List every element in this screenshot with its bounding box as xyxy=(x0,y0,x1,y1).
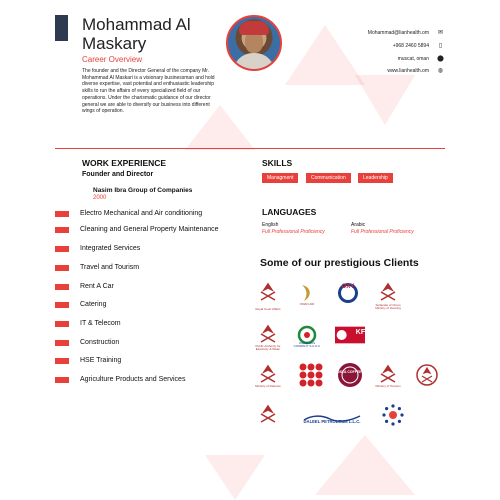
language-name: Arabic xyxy=(351,222,366,228)
service-label: HSE Training xyxy=(80,357,122,364)
service-bullet xyxy=(55,321,69,327)
oxy-logo xyxy=(333,278,363,308)
costa-coffee-logo xyxy=(335,360,365,390)
skill-tag: Managment xyxy=(262,173,299,183)
client-caption: Public Authority for Electricity & Water xyxy=(255,344,281,352)
clients-heading: Some of our prestigious Clients xyxy=(260,257,419,269)
client-caption: Royal Court Affairs xyxy=(255,307,281,311)
skills-heading: SKILLS xyxy=(262,158,293,168)
service-bullet xyxy=(55,284,69,290)
daleel-petroleum-logo xyxy=(300,407,364,429)
envelope-icon: ✉ xyxy=(437,30,444,36)
contact-email[interactable]: Mohammad@lianhealth.om xyxy=(368,30,429,36)
decor-triangle xyxy=(205,455,265,500)
globe-icon: ◍ xyxy=(437,68,444,74)
service-bullet xyxy=(55,377,69,383)
royal-court-logo xyxy=(253,278,283,308)
resume-page: Mohammad Al Maskary Career Overview The … xyxy=(55,15,445,500)
candidate-name: Mohammad Al Maskary xyxy=(82,15,191,53)
service-bullet xyxy=(55,302,69,308)
service-label: Catering xyxy=(80,301,107,308)
client-caption: DALEEL PETROLEUM L.L.C. xyxy=(303,419,361,424)
language-level: Full Professional Proficiency xyxy=(351,229,414,235)
pdo-logo xyxy=(378,400,408,430)
service-label: IT & Telecom xyxy=(80,320,121,327)
job-role: Founder and Director xyxy=(82,171,154,178)
map-pin-icon: ⬤ xyxy=(437,56,444,62)
client-caption: OXY xyxy=(341,284,355,290)
contact-location: muscat, oman xyxy=(397,56,429,62)
client-caption: COSTA COFFEE xyxy=(334,370,362,374)
service-bullet xyxy=(55,246,69,252)
client-caption: OMAN GAS COMPANY S.A.O.C xyxy=(293,341,321,349)
company-year: 2000 xyxy=(93,195,107,201)
service-bullet xyxy=(55,227,69,233)
language-level: Full Professional Proficiency xyxy=(262,229,325,235)
client-caption: OMAN AIR xyxy=(299,302,315,306)
service-bullet xyxy=(55,211,69,217)
decor-triangle xyxy=(355,75,415,125)
work-experience-heading: WORK EXPERIENCE xyxy=(82,158,167,168)
skill-tag: Leadership xyxy=(358,173,393,183)
ministry-logo xyxy=(253,400,283,430)
career-overview-subtitle: Career Overview xyxy=(82,55,143,64)
header-accent-block xyxy=(55,15,68,41)
bio-paragraph: The founder and the Director General of … xyxy=(82,68,215,115)
phone-icon: ▯ xyxy=(438,43,443,49)
photo-turban xyxy=(239,21,269,35)
dots-logo xyxy=(296,360,326,390)
section-divider xyxy=(55,148,445,149)
service-label: Cleaning and General Property Maintenanc… xyxy=(80,226,219,233)
decor-triangle xyxy=(285,25,365,85)
skill-tag: Communication xyxy=(306,173,351,183)
contact-phone[interactable]: +968 2460 5894 xyxy=(393,43,429,49)
ministry-health-logo xyxy=(412,360,442,390)
decor-triangle xyxy=(315,435,415,495)
service-label: Construction xyxy=(80,339,120,346)
service-label: Travel and Tourism xyxy=(80,264,140,271)
client-caption: KFC xyxy=(355,329,371,336)
service-bullet xyxy=(55,265,69,271)
contact-website[interactable]: www.lianhealth.om xyxy=(387,68,429,74)
service-label: Agriculture Products and Services xyxy=(80,376,186,383)
service-bullet xyxy=(55,358,69,364)
service-bullet xyxy=(55,340,69,346)
service-label: Integrated Services xyxy=(80,245,141,252)
service-label: Rent A Car xyxy=(80,283,114,290)
profile-photo xyxy=(226,15,282,71)
service-label: Electro Mechanical and Air conditioning xyxy=(80,210,203,217)
languages-heading: LANGUAGES xyxy=(262,207,317,217)
client-caption: Sultanate of Oman Ministry of Housing xyxy=(375,303,401,311)
client-caption: Ministry of Defence xyxy=(255,384,281,388)
company-name: Nasim Ibra Group of Companies xyxy=(93,187,193,194)
photo-robe xyxy=(233,53,275,69)
client-caption: Ministry of Tourism xyxy=(375,384,401,388)
language-name: English xyxy=(262,222,279,228)
